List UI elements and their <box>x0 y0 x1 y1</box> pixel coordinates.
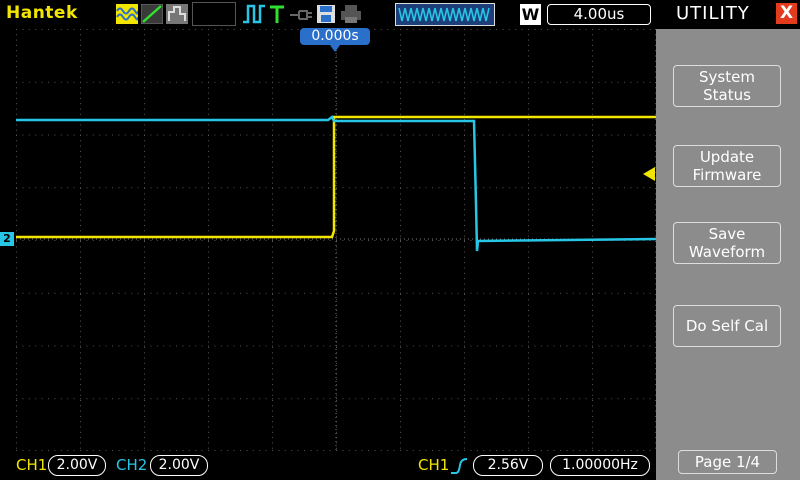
top-status-bar: Hantek W 4.00us <box>0 0 656 29</box>
persistence-icon[interactable] <box>166 4 188 24</box>
ch2-label: CH2 <box>116 456 148 474</box>
trigger-icon[interactable] <box>268 4 286 24</box>
page-indicator-button[interactable]: Page 1/4 <box>678 450 777 474</box>
trigger-level-arrow-icon[interactable] <box>643 167 655 181</box>
trigger-level[interactable]: 2.56V <box>473 455 543 476</box>
frequency-readout: 1.00000Hz <box>550 455 650 476</box>
ch2-level-marker[interactable]: 2 <box>0 232 14 246</box>
trigger-source-label: CH1 <box>418 456 450 474</box>
panel-title: UTILITY <box>676 3 750 24</box>
ramp-icon[interactable] <box>141 4 163 24</box>
waveform-icon[interactable] <box>116 4 138 24</box>
save-icon[interactable] <box>316 4 336 24</box>
button-label: Update <box>699 148 755 166</box>
status-divider <box>192 2 236 26</box>
utility-menu-panel: UTILITY X System Status Update Firmware … <box>656 0 800 480</box>
system-status-button[interactable]: System Status <box>673 65 781 107</box>
run-icon[interactable] <box>242 4 266 24</box>
update-firmware-button[interactable]: Update Firmware <box>673 145 781 187</box>
rising-edge-icon <box>451 458 468 474</box>
timebase-readout[interactable]: 4.00us <box>547 4 651 25</box>
button-label: System <box>699 68 755 86</box>
button-label: Do Self Cal <box>685 317 769 335</box>
trigger-time-offset[interactable]: 0.000s <box>300 28 370 45</box>
self-cal-button[interactable]: Do Self Cal <box>673 305 781 347</box>
button-label: Firmware <box>692 166 762 184</box>
button-label: Waveform <box>688 243 766 261</box>
button-label: Save <box>708 225 746 243</box>
panel-header: UTILITY X <box>656 0 800 29</box>
bottom-status-bar: CH1 2.00V CH2 2.00V CH1 2.56V 1.00000Hz <box>0 451 656 480</box>
waveform-display[interactable] <box>16 29 656 451</box>
memory-depth-icon <box>395 3 495 26</box>
timebase-mode-badge: W <box>520 4 541 25</box>
close-icon[interactable]: X <box>776 3 797 24</box>
print-icon[interactable] <box>340 4 362 24</box>
probe-icon <box>290 10 312 20</box>
brand-logo: Hantek <box>6 3 78 23</box>
save-waveform-button[interactable]: Save Waveform <box>673 222 781 264</box>
ch1-label: CH1 <box>16 456 48 474</box>
trigger-position-icon <box>330 45 340 52</box>
ch2-scale[interactable]: 2.00V <box>150 455 208 476</box>
ch1-scale[interactable]: 2.00V <box>48 455 106 476</box>
button-label: Status <box>703 86 751 104</box>
